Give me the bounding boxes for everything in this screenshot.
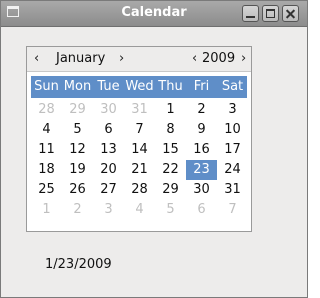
prev-year-arrow-icon[interactable]: ‹ [192, 51, 197, 66]
day-cell[interactable]: 28 [124, 180, 155, 200]
day-cell[interactable]: 30 [186, 180, 217, 200]
day-cell[interactable]: 2 [186, 100, 217, 120]
day-cell[interactable]: 19 [62, 160, 93, 180]
weekday-label: Mon [63, 79, 92, 94]
adjacent-month-day-cell[interactable]: 3 [93, 200, 124, 220]
day-cell[interactable]: 1 [155, 100, 186, 120]
day-cell[interactable]: 11 [31, 140, 62, 160]
day-cell[interactable]: 18 [31, 160, 62, 180]
weekday-label: Sun [34, 79, 59, 94]
calendar-widget: ‹ January › ‹ 2009 › Sun Mon Tue Wed Thu… [26, 46, 252, 232]
day-cell[interactable]: 27 [93, 180, 124, 200]
selected-date-label: 1/23/2009 [45, 257, 112, 272]
weekday-label: Thu [158, 79, 183, 94]
day-cell[interactable]: 5 [62, 120, 93, 140]
day-cell[interactable]: 4 [31, 120, 62, 140]
month-label: January [56, 51, 106, 66]
adjacent-month-day-cell[interactable]: 30 [93, 100, 124, 120]
adjacent-month-day-cell[interactable]: 31 [124, 100, 155, 120]
day-cell[interactable]: 21 [124, 160, 155, 180]
year-label: 2009 [202, 51, 236, 66]
next-month-arrow-icon[interactable]: › [119, 51, 124, 66]
day-cell[interactable]: 13 [93, 140, 124, 160]
adjacent-month-day-cell[interactable]: 2 [62, 200, 93, 220]
day-cell[interactable]: 31 [217, 180, 248, 200]
adjacent-month-day-cell[interactable]: 28 [31, 100, 62, 120]
adjacent-month-day-cell[interactable]: 1 [31, 200, 62, 220]
day-cell[interactable]: 15 [155, 140, 186, 160]
title-bar[interactable]: Calendar [1, 1, 307, 27]
next-year-arrow-icon[interactable]: › [241, 51, 246, 66]
adjacent-month-day-cell[interactable]: 29 [62, 100, 93, 120]
day-cell[interactable]: 26 [62, 180, 93, 200]
weekday-label: Fri [193, 79, 210, 94]
day-cell[interactable]: 29 [155, 180, 186, 200]
day-cell[interactable]: 20 [93, 160, 124, 180]
weekday-label: Tue [97, 79, 120, 94]
maximize-button[interactable] [262, 5, 279, 22]
day-cell[interactable]: 3 [217, 100, 248, 120]
day-cell[interactable]: 6 [93, 120, 124, 140]
adjacent-month-day-cell[interactable]: 7 [217, 200, 248, 220]
day-cell[interactable]: 17 [217, 140, 248, 160]
day-cell[interactable]: 8 [155, 120, 186, 140]
day-cell[interactable]: 7 [124, 120, 155, 140]
day-cell[interactable]: 10 [217, 120, 248, 140]
selected-day-cell[interactable]: 23 [186, 160, 217, 180]
day-cell[interactable]: 14 [124, 140, 155, 160]
weekday-header-row: Sun Mon Tue Wed Thu Fri Sat [31, 76, 247, 98]
adjacent-month-day-cell[interactable]: 6 [186, 200, 217, 220]
minimize-button[interactable] [242, 5, 259, 22]
adjacent-month-day-cell[interactable]: 4 [124, 200, 155, 220]
day-cell[interactable]: 24 [217, 160, 248, 180]
day-cell[interactable]: 16 [186, 140, 217, 160]
day-cell[interactable]: 22 [155, 160, 186, 180]
day-cell[interactable]: 25 [31, 180, 62, 200]
day-cell[interactable]: 9 [186, 120, 217, 140]
weekday-label: Sat [221, 79, 244, 94]
weekday-label: Wed [125, 79, 154, 94]
adjacent-month-day-cell[interactable]: 5 [155, 200, 186, 220]
day-cell[interactable]: 12 [62, 140, 93, 160]
close-button[interactable] [282, 5, 299, 22]
calendar-header: ‹ January › ‹ 2009 › [27, 47, 251, 72]
prev-month-arrow-icon[interactable]: ‹ [34, 51, 39, 66]
calendar-window: Calendar ‹ January › ‹ 2009 › Sun Mon Tu… [0, 0, 308, 298]
